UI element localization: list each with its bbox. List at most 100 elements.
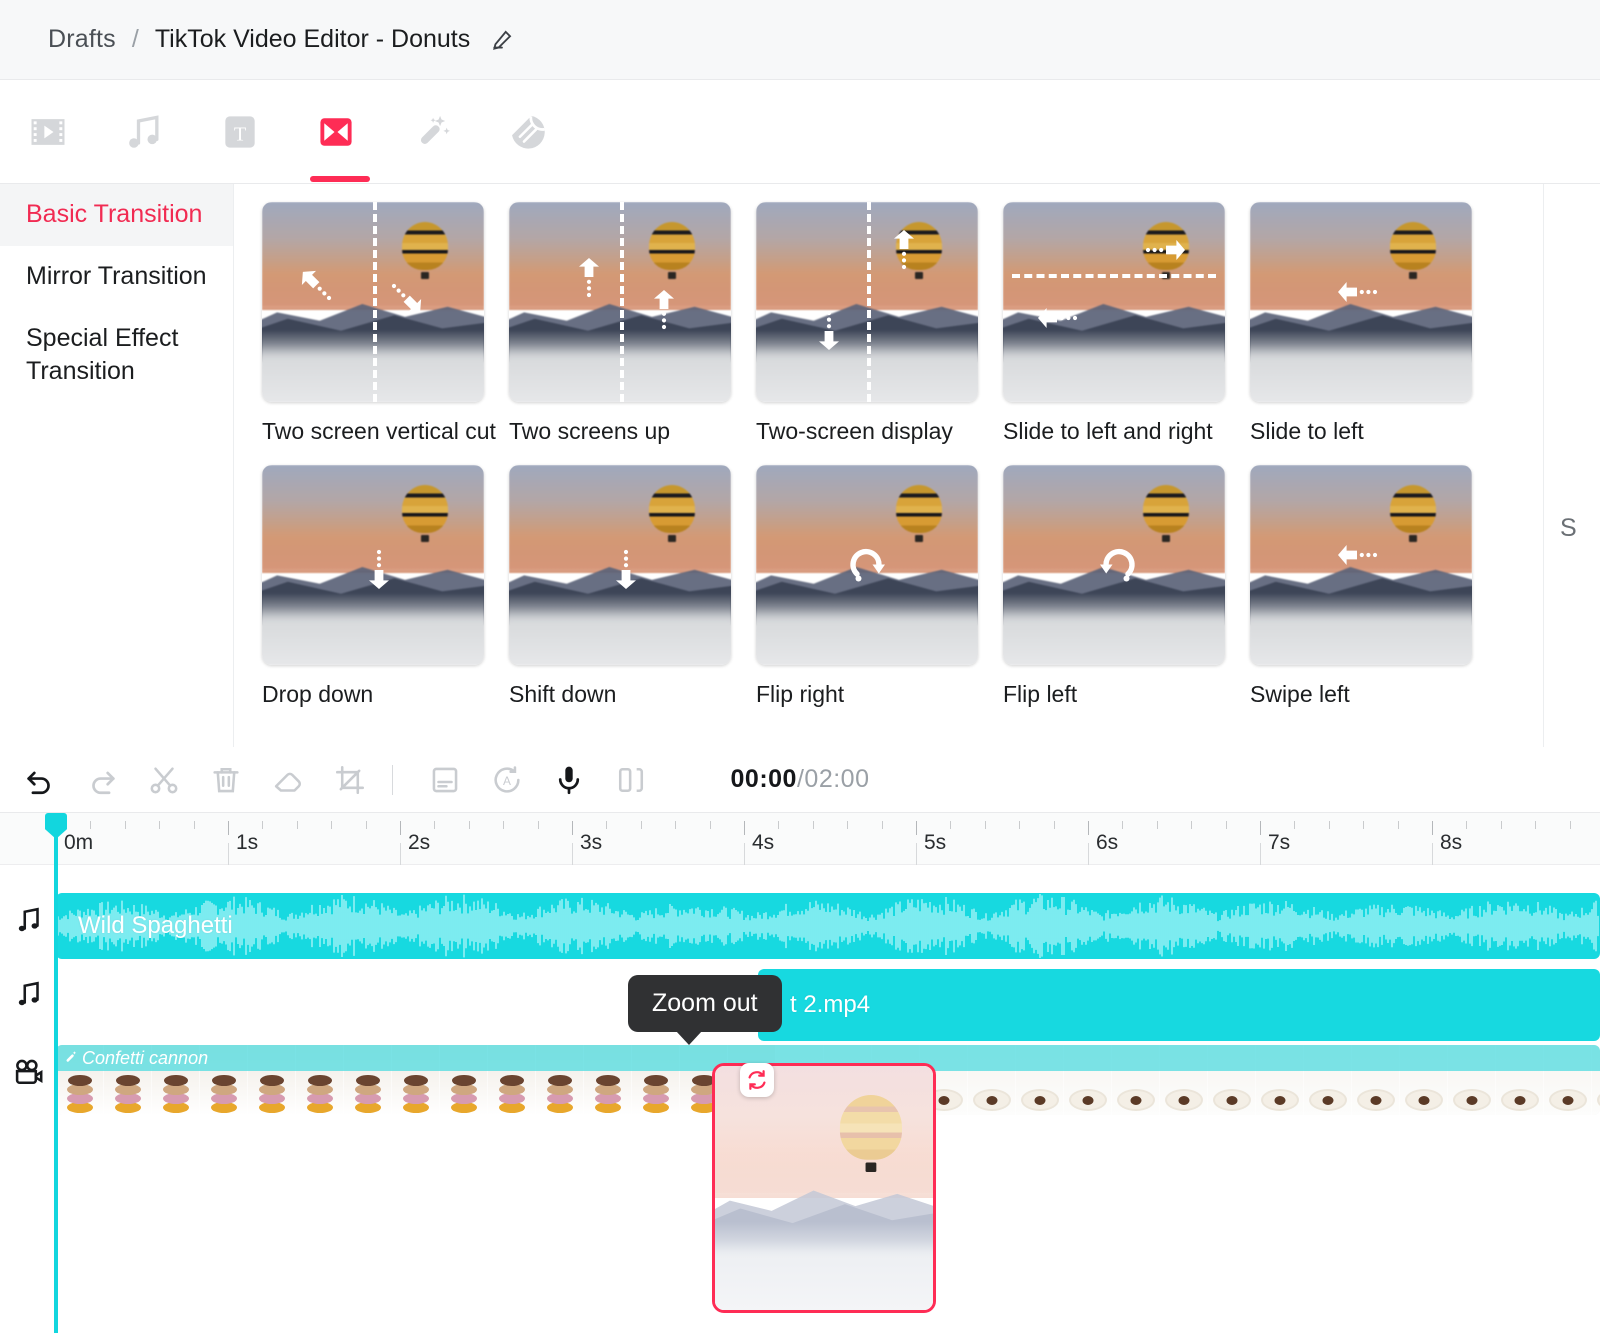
- transition-item[interactable]: Two-screen display: [756, 202, 1003, 445]
- transition-thumbnail[interactable]: [756, 202, 978, 402]
- donut-thumb: [1130, 1096, 1141, 1105]
- ruler-tick: [1122, 821, 1124, 829]
- svg-text:T: T: [234, 123, 246, 145]
- timeline-ruler[interactable]: 0m 1s 2s 3s 4s 5s 6s 7s 8s: [0, 813, 1600, 865]
- donut-stack-thumb: [305, 1069, 335, 1113]
- donut-stack-thumb: [593, 1069, 623, 1113]
- ruler-tick: [1500, 821, 1502, 829]
- ruler-tick: [159, 821, 161, 829]
- video-camera-icon: [12, 1055, 46, 1089]
- transition-item[interactable]: Flip left: [1003, 465, 1250, 708]
- transition-thumbnail[interactable]: [509, 465, 731, 665]
- tab-media[interactable]: [0, 82, 96, 182]
- transition-item[interactable]: Two screen vertical cut: [262, 202, 509, 445]
- guide-line-horizontal: [1011, 274, 1217, 278]
- sidebar-item-mirror-transition[interactable]: Mirror Transition: [0, 246, 233, 308]
- tab-text[interactable]: T: [192, 82, 288, 182]
- direction-arrow-icon: [640, 286, 688, 334]
- transition-loop-icon[interactable]: [740, 1063, 774, 1097]
- direction-arrow-icon: [1334, 268, 1382, 316]
- music-note-icon: [12, 977, 46, 1011]
- direction-arrow-icon: [293, 262, 341, 310]
- ruler-tick: [744, 821, 745, 835]
- ruler-tick: [606, 821, 608, 829]
- donut-thumb: [1178, 1096, 1189, 1105]
- direction-arrow-icon: [382, 274, 430, 322]
- playhead-line[interactable]: [54, 813, 58, 1333]
- editor-toolbar: A 00:00/02:00: [0, 747, 1600, 813]
- ruler-tick: [400, 821, 401, 835]
- donut-stack-thumb: [209, 1069, 239, 1113]
- audio-clip-wild-spaghetti[interactable]: Wild Spaghetti: [56, 893, 1600, 959]
- ruler-tick: [1535, 821, 1537, 829]
- donut-stack-thumb: [65, 1069, 95, 1113]
- tab-effects[interactable]: [384, 82, 480, 182]
- direction-arrow-icon: [602, 545, 650, 593]
- ruler-tick: [228, 821, 229, 835]
- transition-label: Slide to left and right: [1003, 418, 1213, 444]
- total-time: 02:00: [804, 765, 870, 793]
- pencil-icon[interactable]: [490, 27, 516, 53]
- app-header: Drafts / TikTok Video Editor - Donuts: [0, 0, 1600, 80]
- transition-thumbnail[interactable]: [1003, 202, 1225, 402]
- transition-label: Drop down: [262, 681, 374, 707]
- transition-item[interactable]: Two screens up: [509, 202, 756, 445]
- transition-preview-popup: [712, 1063, 936, 1313]
- transition-item[interactable]: Swipe left: [1250, 465, 1497, 708]
- transition-label: Two screen vertical cut: [262, 418, 496, 444]
- page-title: TikTok Video Editor - Donuts: [154, 25, 471, 53]
- timecode-display: 00:00/02:00: [0, 765, 1600, 794]
- ruler-tick: [90, 821, 92, 829]
- tab-transition[interactable]: [288, 82, 384, 182]
- magic-wand-icon: [62, 1049, 79, 1066]
- donut-stack-thumb: [449, 1069, 479, 1113]
- tab-audio[interactable]: [96, 82, 192, 182]
- ruler-tick: [709, 821, 711, 829]
- transition-thumbnail[interactable]: [262, 465, 484, 665]
- sidebar-item-basic-transition[interactable]: Basic Transition: [0, 184, 233, 246]
- transition-thumbnail[interactable]: [1003, 465, 1225, 665]
- ruler-tick: [1260, 821, 1261, 835]
- ruler-gridline: [1088, 843, 1089, 865]
- transition-item[interactable]: Drop down: [262, 465, 509, 708]
- donut-thumb: [1322, 1096, 1333, 1105]
- transition-thumbnail[interactable]: [756, 465, 978, 665]
- ruler-gridline: [1260, 843, 1261, 865]
- transition-thumbnail[interactable]: [262, 202, 484, 402]
- donut-stack-thumb: [161, 1069, 191, 1113]
- direction-arrow-icon: [565, 254, 613, 302]
- clip-name: t 2.mp4: [790, 991, 871, 1018]
- transition-grid-scroll[interactable]: Two screen vertical cut Two screens up T…: [235, 184, 1543, 747]
- donut-stack-thumb: [113, 1069, 143, 1113]
- ruler-tick: [572, 821, 573, 835]
- ruler-tick: [1053, 821, 1055, 829]
- ruler-tick: [881, 821, 883, 829]
- ruler-tick: [1191, 821, 1193, 829]
- ruler-tick: [193, 821, 195, 829]
- direction-arrow-icon: [880, 226, 928, 274]
- ruler-tick: [675, 821, 677, 829]
- transition-thumbnail[interactable]: [509, 202, 731, 402]
- transition-grid: Two screen vertical cut Two screens up T…: [235, 184, 1543, 708]
- sidebar-item-special-effect-transition[interactable]: Special Effect Transition: [0, 308, 233, 404]
- transition-item[interactable]: Slide to left: [1250, 202, 1497, 445]
- transition-item[interactable]: Flip right: [756, 465, 1003, 708]
- ruler-tick: [1156, 821, 1158, 829]
- ruler-label: 3s: [580, 831, 603, 854]
- transition-item[interactable]: Slide to left and right: [1003, 202, 1250, 445]
- tab-stickers[interactable]: [480, 82, 576, 182]
- donut-stack-thumb: [545, 1069, 575, 1113]
- transition-item[interactable]: Shift down: [509, 465, 756, 708]
- breadcrumb-drafts[interactable]: Drafts: [48, 25, 116, 54]
- ruler-label: 4s: [752, 831, 775, 854]
- audio-clip-donut-2[interactable]: t 2.mp4: [758, 969, 1600, 1041]
- transition-thumbnail[interactable]: [1250, 465, 1472, 665]
- ruler-tick: [537, 821, 539, 829]
- transition-label: Flip right: [756, 681, 845, 707]
- music-note-icon: [12, 903, 46, 937]
- direction-arrow-icon: [845, 541, 893, 589]
- transition-thumbnail[interactable]: [1250, 202, 1472, 402]
- donut-thumb: [1034, 1096, 1045, 1105]
- donut-thumb: [1082, 1096, 1093, 1105]
- ruler-tick: [1363, 821, 1365, 829]
